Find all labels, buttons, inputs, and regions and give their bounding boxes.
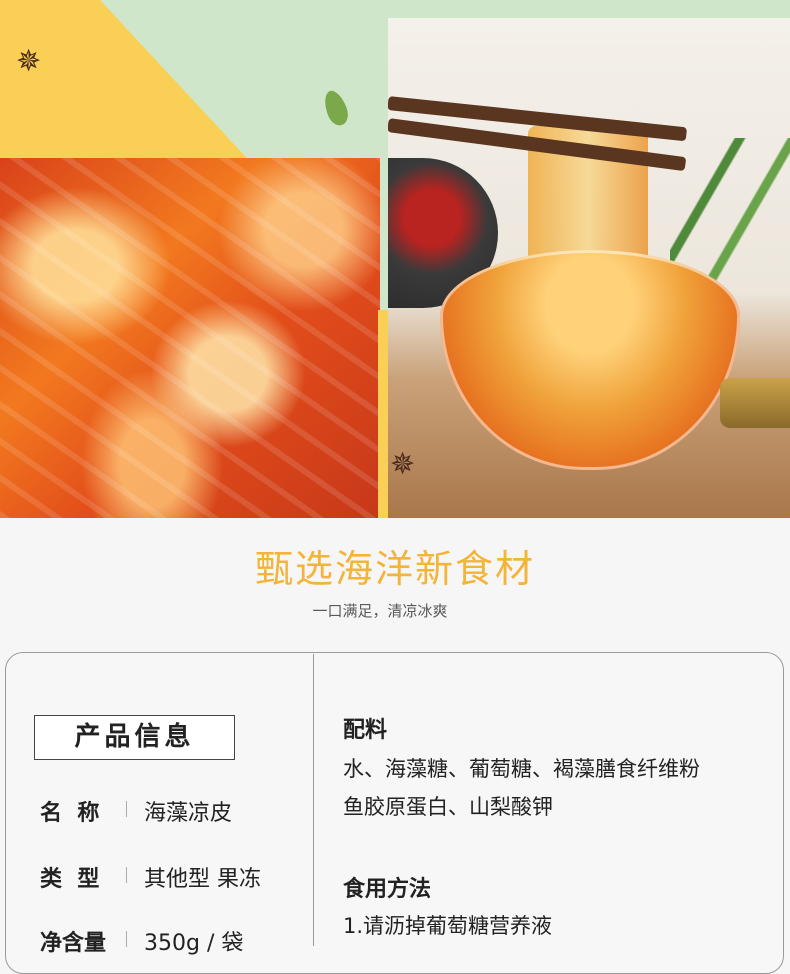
- ingredients-section: 配料 水、海藻糖、葡萄糖、褐藻膳食纤维粉 鱼胶原蛋白、山梨酸钾: [343, 712, 700, 826]
- info-separator: [126, 931, 127, 947]
- usage-line: 1.请沥掉葡萄糖营养液: [343, 914, 553, 938]
- star-anise-icon: ✵: [390, 447, 416, 482]
- gold-fork: [720, 378, 790, 428]
- info-label: 净含量: [40, 931, 107, 956]
- card-divider: [313, 654, 314, 946]
- jelly-closeup-photo: [0, 158, 380, 518]
- headline-subtitle: 一口满足，清凉冰爽: [312, 602, 448, 620]
- info-label: 类 型: [40, 867, 100, 892]
- glass-bowl: [440, 250, 740, 470]
- info-label: 名 称: [40, 801, 100, 826]
- info-value: 其他型 果冻: [144, 867, 261, 892]
- headline-title: 甄选海洋新食材: [254, 547, 535, 591]
- ingredients-line: 水、海藻糖、葡萄糖、褐藻膳食纤维粉: [343, 757, 700, 781]
- info-value: 海藻凉皮: [144, 801, 233, 826]
- info-value: 350g / 袋: [144, 931, 244, 956]
- hero-banner: ✵ ✵: [0, 0, 790, 518]
- usage-heading: 食用方法: [343, 877, 432, 902]
- info-separator: [126, 867, 127, 883]
- info-separator: [126, 801, 127, 817]
- star-anise-icon: ✵: [16, 44, 42, 79]
- bowl-photo: ✵: [388, 18, 790, 518]
- ingredients-line: 鱼胶原蛋白、山梨酸钾: [343, 795, 553, 819]
- usage-section: 食用方法 1.请沥掉葡萄糖营养液: [343, 871, 552, 945]
- yellow-accent-strip: [378, 310, 388, 518]
- product-info-heading: 产品信息: [34, 715, 235, 760]
- ingredients-heading: 配料: [343, 718, 388, 743]
